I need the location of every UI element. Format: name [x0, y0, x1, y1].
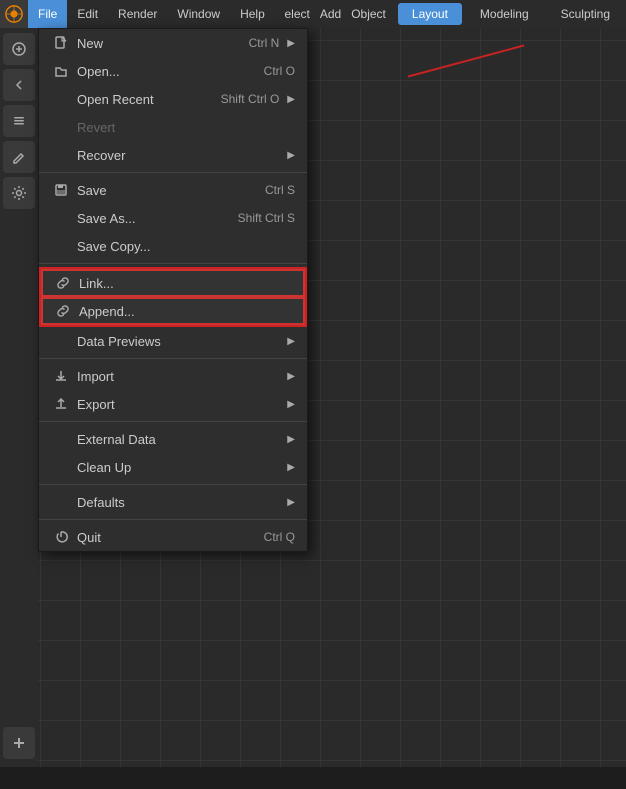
- separator-6: [39, 519, 307, 520]
- menu-item-data-previews[interactable]: Data Previews ▶: [39, 327, 307, 355]
- menu-item-defaults[interactable]: Defaults ▶: [39, 488, 307, 516]
- header-object: Object: [351, 7, 386, 21]
- save-label: Save: [77, 183, 265, 198]
- open-label: Open...: [77, 64, 264, 79]
- recover-label: Recover: [77, 148, 279, 163]
- header-context-items: elect Add Object: [284, 7, 385, 21]
- menu-window[interactable]: Window: [167, 0, 230, 28]
- data-previews-label: Data Previews: [77, 334, 279, 349]
- statusbar: [0, 767, 626, 789]
- open-recent-label: Open Recent: [77, 92, 221, 107]
- quit-label: Quit: [77, 530, 264, 545]
- save-icon: [51, 180, 71, 200]
- import-label: Import: [77, 369, 279, 384]
- file-dropdown: New Ctrl N ▶ Open... Ctrl O Open Recent …: [38, 28, 308, 552]
- append-label: Append...: [79, 304, 293, 319]
- sidebar-icon-add[interactable]: [3, 727, 35, 759]
- menu-item-append[interactable]: Append...: [41, 297, 305, 325]
- menu-file[interactable]: File: [28, 0, 67, 28]
- menu-edit[interactable]: Edit: [67, 0, 108, 28]
- external-data-icon: [51, 429, 71, 449]
- menu-item-export[interactable]: Export ▶: [39, 390, 307, 418]
- header-select: elect: [284, 7, 309, 21]
- save-as-shortcut: Shift Ctrl S: [238, 211, 295, 225]
- data-previews-arrow: ▶: [287, 336, 295, 347]
- external-data-arrow: ▶: [287, 434, 295, 445]
- sidebar-icon-new[interactable]: [3, 33, 35, 65]
- new-shortcut: Ctrl N: [249, 36, 280, 50]
- import-arrow: ▶: [287, 371, 295, 382]
- sidebar-icon-back[interactable]: [3, 69, 35, 101]
- defaults-arrow: ▶: [287, 497, 295, 508]
- menu-item-open-recent[interactable]: Open Recent Shift Ctrl O ▶: [39, 85, 307, 113]
- save-copy-icon: [51, 236, 71, 256]
- left-sidebar: [0, 28, 38, 789]
- recover-icon: [51, 145, 71, 165]
- export-arrow: ▶: [287, 399, 295, 410]
- menu-item-save[interactable]: Save Ctrl S: [39, 176, 307, 204]
- defaults-label: Defaults: [77, 495, 279, 510]
- export-label: Export: [77, 397, 279, 412]
- menu-item-recover[interactable]: Recover ▶: [39, 141, 307, 169]
- new-arrow: ▶: [287, 38, 295, 49]
- menu-render[interactable]: Render: [108, 0, 167, 28]
- quit-shortcut: Ctrl Q: [264, 530, 295, 544]
- defaults-icon: [51, 492, 71, 512]
- menu-help[interactable]: Help: [230, 0, 275, 28]
- link-label: Link...: [79, 276, 293, 291]
- sidebar-icon-edit[interactable]: [3, 141, 35, 173]
- open-shortcut: Ctrl O: [264, 64, 295, 78]
- menu-item-save-as[interactable]: Save As... Shift Ctrl S: [39, 204, 307, 232]
- app-logo: [0, 0, 28, 28]
- append-icon: [53, 301, 73, 321]
- sidebar-icon-grab[interactable]: [3, 105, 35, 137]
- separator-1: [39, 172, 307, 173]
- clean-up-label: Clean Up: [77, 460, 279, 475]
- separator-2: [39, 263, 307, 264]
- new-icon: [51, 33, 71, 53]
- external-data-label: External Data: [77, 432, 279, 447]
- tab-sculpting[interactable]: Sculpting: [547, 3, 624, 25]
- link-icon: [53, 273, 73, 293]
- save-as-icon: [51, 208, 71, 228]
- revert-label: Revert: [77, 120, 295, 135]
- file-menu: New Ctrl N ▶ Open... Ctrl O Open Recent …: [38, 28, 308, 552]
- open-recent-icon: [51, 89, 71, 109]
- menu-item-quit[interactable]: Quit Ctrl Q: [39, 523, 307, 551]
- menu-item-open[interactable]: Open... Ctrl O: [39, 57, 307, 85]
- menubar: File Edit Render Window Help elect Add O…: [0, 0, 626, 28]
- quit-icon: [51, 527, 71, 547]
- menu-item-clean-up[interactable]: Clean Up ▶: [39, 453, 307, 481]
- recover-arrow: ▶: [287, 150, 295, 161]
- open-recent-shortcut: Shift Ctrl O: [221, 92, 280, 106]
- menubar-right: elect Add Object Layout Modeling Sculpti…: [284, 3, 626, 25]
- data-previews-icon: [51, 331, 71, 351]
- header-add: Add: [320, 7, 341, 21]
- revert-icon: [51, 117, 71, 137]
- new-label: New: [77, 36, 249, 51]
- clean-up-arrow: ▶: [287, 462, 295, 473]
- clean-up-icon: [51, 457, 71, 477]
- save-shortcut: Ctrl S: [265, 183, 295, 197]
- menu-item-external-data[interactable]: External Data ▶: [39, 425, 307, 453]
- menu-item-import[interactable]: Import ▶: [39, 362, 307, 390]
- menu-item-save-copy[interactable]: Save Copy...: [39, 232, 307, 260]
- menu-item-link[interactable]: Link...: [41, 269, 305, 297]
- save-copy-label: Save Copy...: [77, 239, 295, 254]
- open-recent-arrow: ▶: [287, 94, 295, 105]
- import-icon: [51, 366, 71, 386]
- tab-modeling[interactable]: Modeling: [466, 3, 543, 25]
- tab-layout[interactable]: Layout: [398, 3, 462, 25]
- separator-3: [39, 358, 307, 359]
- save-as-label: Save As...: [77, 211, 238, 226]
- separator-5: [39, 484, 307, 485]
- separator-4: [39, 421, 307, 422]
- menu-item-revert: Revert: [39, 113, 307, 141]
- menu-item-new[interactable]: New Ctrl N ▶: [39, 29, 307, 57]
- sidebar-icon-settings[interactable]: [3, 177, 35, 209]
- export-icon: [51, 394, 71, 414]
- open-icon: [51, 61, 71, 81]
